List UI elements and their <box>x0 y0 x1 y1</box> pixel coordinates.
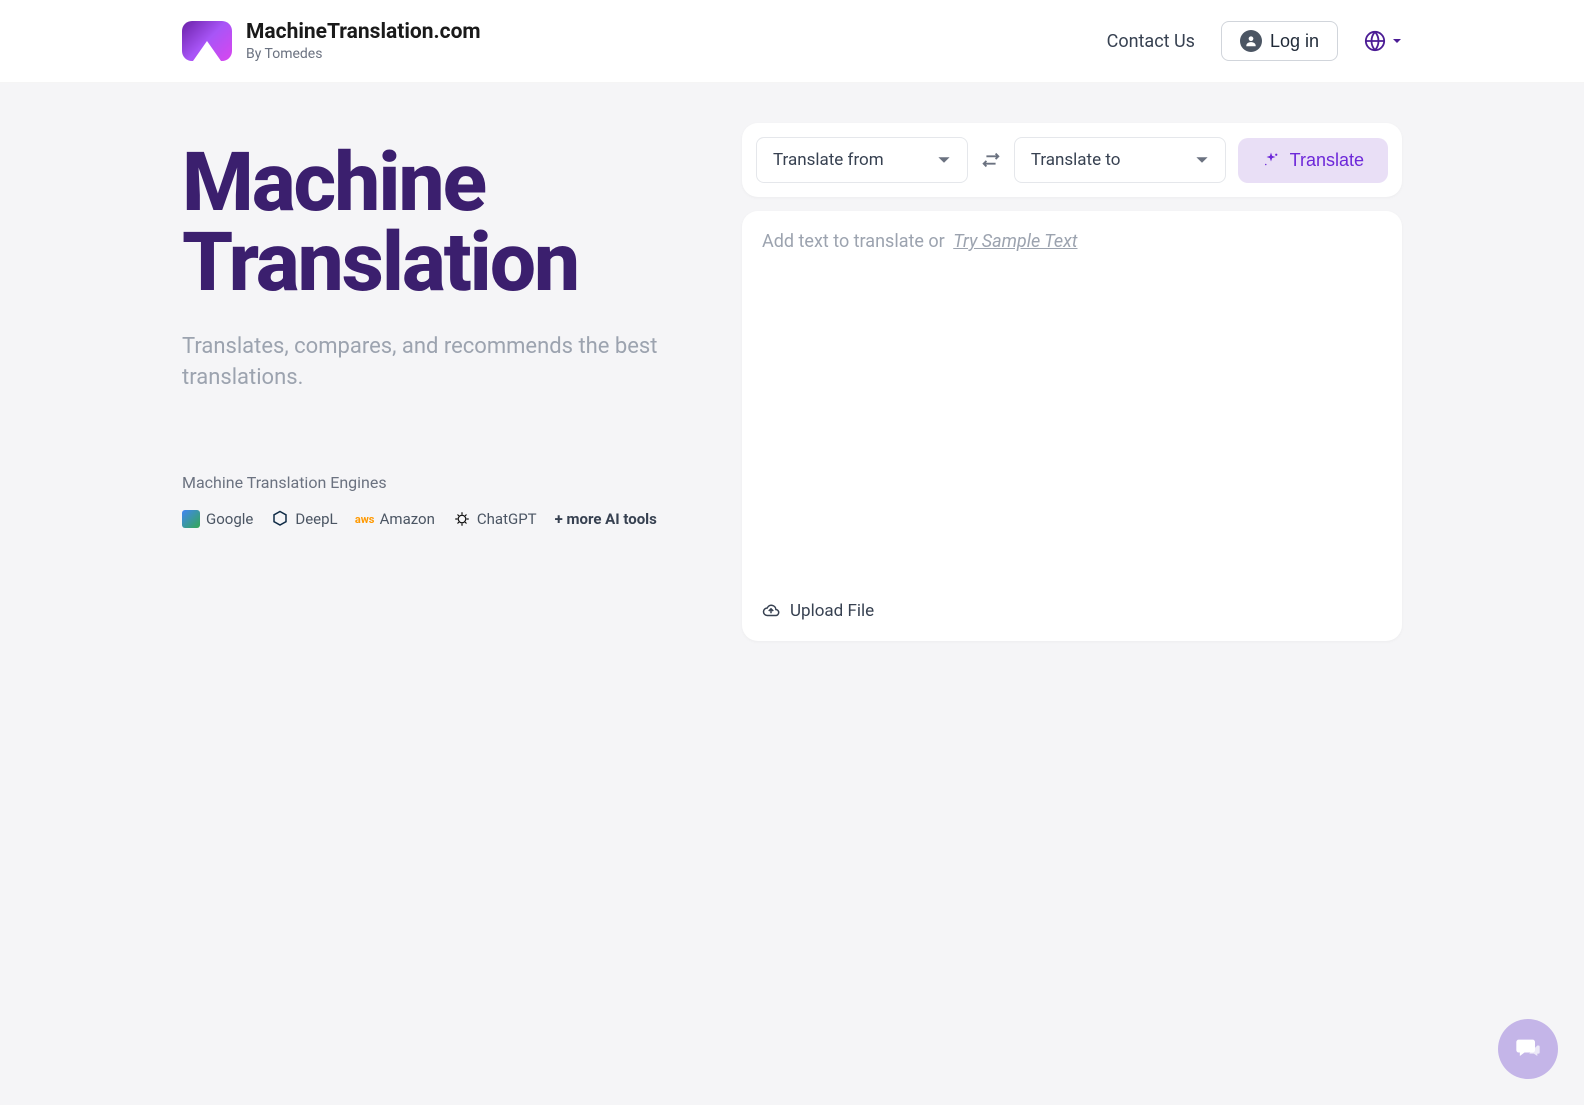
brand-title: MachineTranslation.com <box>246 20 481 44</box>
amazon-icon: aws <box>356 510 374 528</box>
hero-title: Machine Translation <box>182 143 702 304</box>
brand[interactable]: MachineTranslation.com By Tomedes <box>182 20 481 62</box>
translate-button[interactable]: Translate <box>1238 138 1388 183</box>
chat-icon <box>1514 1035 1542 1063</box>
engine-chatgpt: ChatGPT <box>453 510 537 528</box>
site-header: MachineTranslation.com By Tomedes Contac… <box>0 0 1584 83</box>
chatgpt-icon <box>453 510 471 528</box>
upload-file-button[interactable]: Upload File <box>762 601 1382 621</box>
language-switcher[interactable] <box>1364 30 1402 52</box>
engine-label: DeepL <box>295 510 337 528</box>
placeholder-text: Add text to translate or <box>762 231 949 252</box>
engines-list: Google DeepL aws Amazon ChatGPT + more A… <box>182 510 702 528</box>
more-ai-tools-link[interactable]: + more AI tools <box>555 510 657 528</box>
engine-amazon: aws Amazon <box>356 510 435 528</box>
try-sample-link[interactable]: Try Sample Text <box>953 231 1077 252</box>
chat-widget-button[interactable] <box>1498 1019 1558 1079</box>
contact-us-link[interactable]: Contact Us <box>1107 31 1195 52</box>
chevron-down-icon <box>1392 36 1402 46</box>
chevron-down-icon <box>937 153 951 167</box>
hero-title-line2: Translation <box>182 215 578 311</box>
from-label: Translate from <box>773 150 884 170</box>
header-inner: MachineTranslation.com By Tomedes Contac… <box>162 20 1422 62</box>
header-right: Contact Us Log in <box>1107 21 1402 61</box>
engine-label: Amazon <box>380 510 435 528</box>
panel-spacer <box>762 252 1382 601</box>
placeholder-row: Add text to translate or Try Sample Text <box>762 231 1382 252</box>
swap-languages-icon[interactable] <box>980 149 1002 171</box>
upload-icon <box>762 602 780 620</box>
translate-widget: Translate from Translate to Translate Ad… <box>742 123 1402 641</box>
engine-google: Google <box>182 510 253 528</box>
main-content: Machine Translation Translates, compares… <box>162 83 1422 641</box>
to-label: Translate to <box>1031 150 1121 170</box>
text-input-panel[interactable]: Add text to translate or Try Sample Text… <box>742 211 1402 641</box>
translate-from-select[interactable]: Translate from <box>756 137 968 183</box>
brand-text: MachineTranslation.com By Tomedes <box>246 20 481 62</box>
user-icon <box>1240 30 1262 52</box>
google-icon <box>182 510 200 528</box>
login-button[interactable]: Log in <box>1221 21 1338 61</box>
hero-subtitle: Translates, compares, and recommends the… <box>182 332 702 394</box>
engines-label: Machine Translation Engines <box>182 473 702 492</box>
brand-logo-icon <box>182 21 232 61</box>
upload-label: Upload File <box>790 601 874 621</box>
login-label: Log in <box>1270 31 1319 52</box>
brand-subtitle: By Tomedes <box>246 46 481 62</box>
hero-section: Machine Translation Translates, compares… <box>182 123 702 641</box>
translate-label: Translate <box>1290 150 1364 171</box>
engine-deepl: DeepL <box>271 510 337 528</box>
globe-icon <box>1364 30 1386 52</box>
engine-label: ChatGPT <box>477 510 537 528</box>
sparkle-icon <box>1262 151 1280 169</box>
engine-label: Google <box>206 510 253 528</box>
controls-bar: Translate from Translate to Translate <box>742 123 1402 197</box>
chevron-down-icon <box>1195 153 1209 167</box>
translate-to-select[interactable]: Translate to <box>1014 137 1226 183</box>
deepl-icon <box>271 510 289 528</box>
